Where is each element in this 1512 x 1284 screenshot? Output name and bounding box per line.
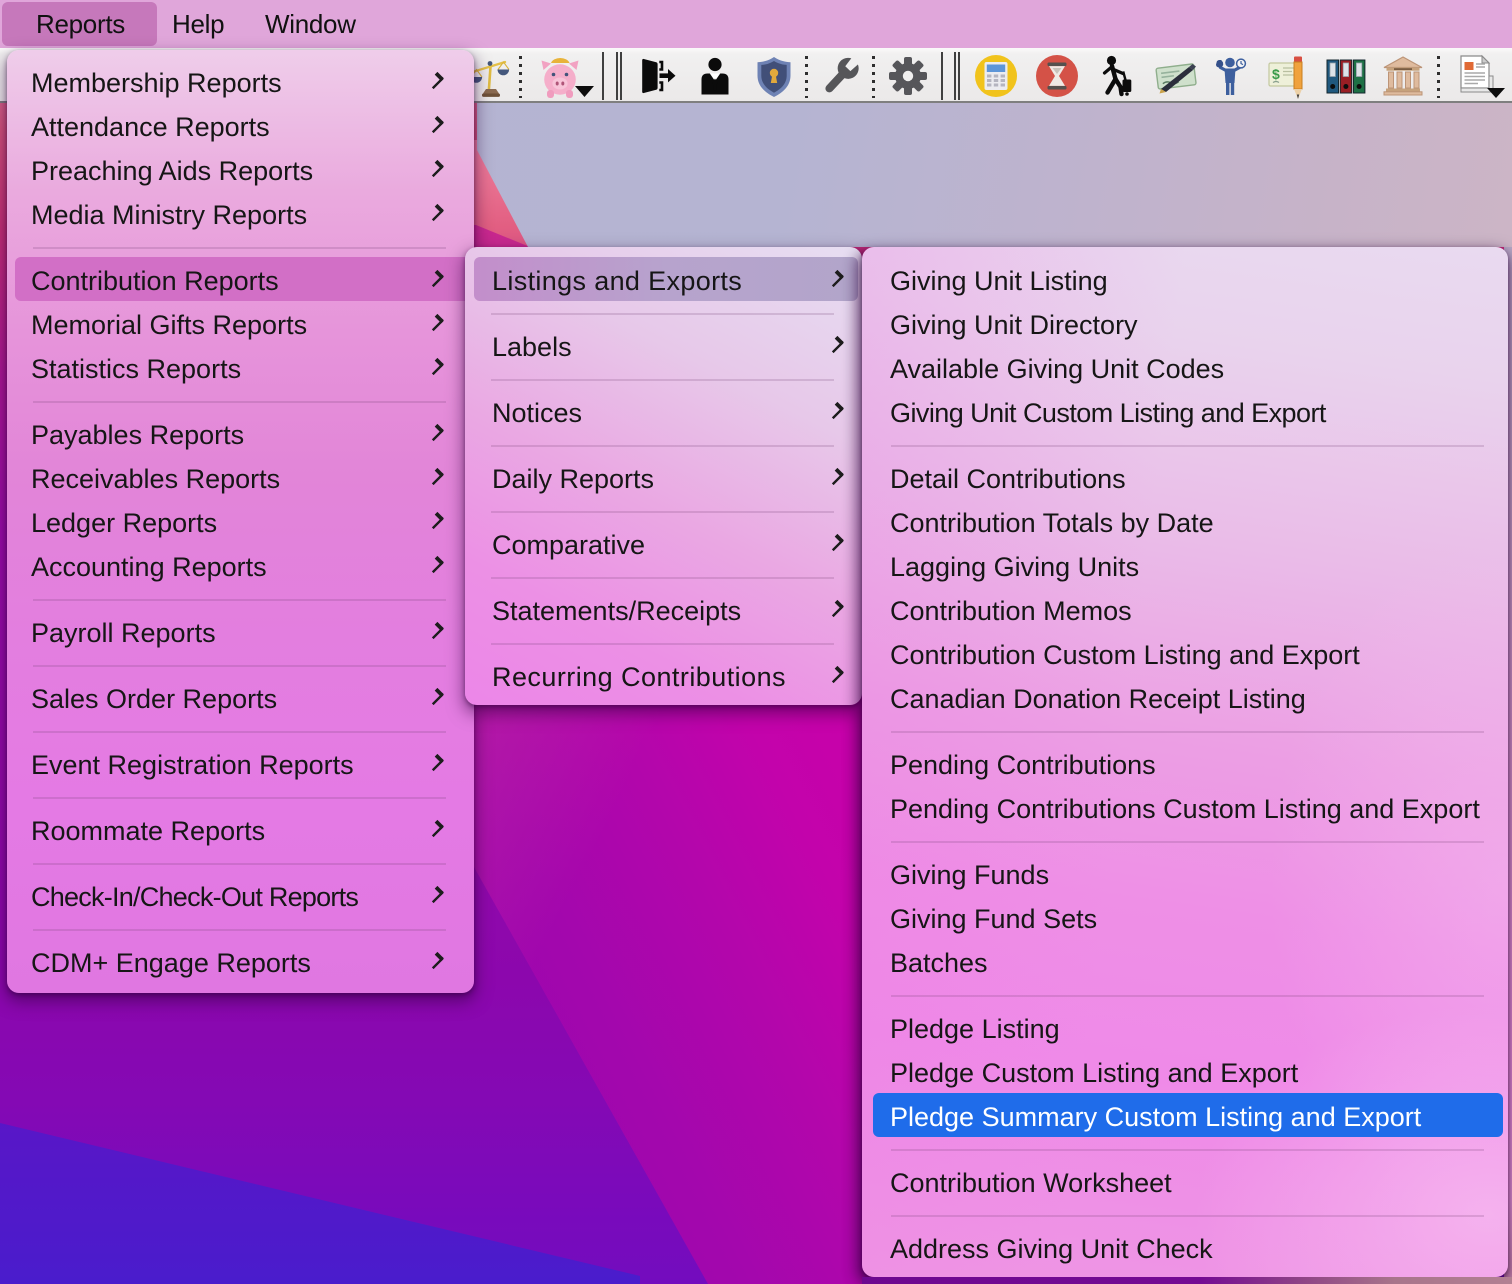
svg-text:$: $ bbox=[1272, 66, 1280, 82]
